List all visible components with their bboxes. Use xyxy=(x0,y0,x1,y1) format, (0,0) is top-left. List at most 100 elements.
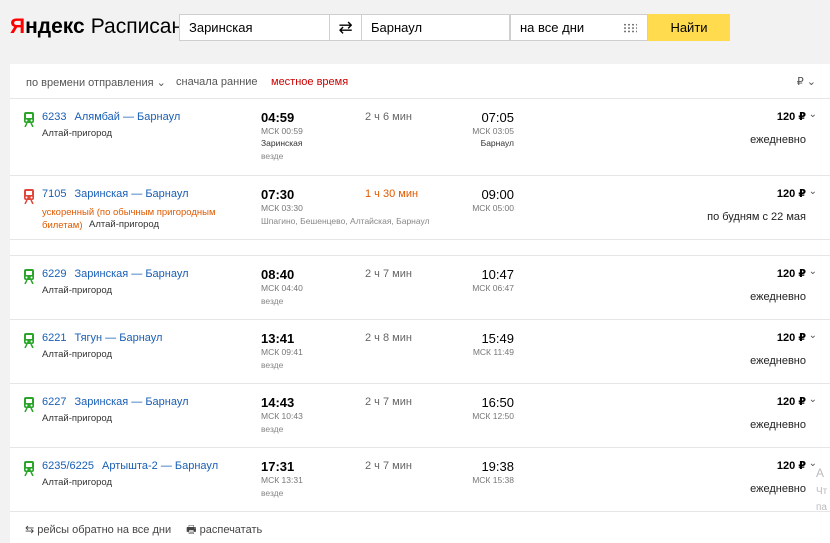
duration: 2 ч 8 мин xyxy=(365,332,412,344)
train-icon xyxy=(24,333,34,348)
price[interactable]: 120 ₽ xyxy=(777,187,806,200)
stops: везде xyxy=(261,424,284,434)
train-title-link[interactable]: 6221 Тягун — Барнаул xyxy=(42,332,162,344)
schedule-days: по будням с 22 мая xyxy=(707,211,806,223)
find-button[interactable]: Найти xyxy=(648,14,730,41)
date-input[interactable]: на все дни xyxy=(510,14,648,41)
arrival-time: 10:47 xyxy=(481,267,514,282)
train-row[interactable]: 7105 Заринская — Барнаул ускоренный (по об… xyxy=(10,176,830,240)
chevron-down-icon[interactable]: ⌄ xyxy=(809,186,817,197)
train-row[interactable]: 6233 Алямбай — Барнаул Алтай-пригород 04:59… xyxy=(10,99,830,176)
stops: везде xyxy=(261,151,284,161)
price[interactable]: 120 ₽ xyxy=(777,395,806,408)
return-trips-link[interactable]: ⇆ рейсы обратно на все дни xyxy=(25,524,177,536)
train-title-link[interactable]: 6227 Заринская — Барнаул xyxy=(42,396,189,408)
arrival-time: 09:00 xyxy=(481,187,514,202)
schedule-days: ежедневно xyxy=(750,483,806,495)
schedule-days: ежедневно xyxy=(750,291,806,303)
header: Яндекс Расписания Заринская ⇄ Барнаул на … xyxy=(0,0,830,56)
local-time-toggle[interactable]: местное время xyxy=(271,76,348,88)
stops: везде xyxy=(261,296,284,306)
departure-time: 08:40 xyxy=(261,267,295,282)
train-number: 6229 xyxy=(42,268,67,280)
train-row[interactable]: 6235/6225 Артышта-2 — Барнаул Алтай-пригор… xyxy=(10,448,830,512)
departure-time: 17:31 xyxy=(261,459,295,474)
departure-station: Заринская xyxy=(261,138,303,148)
train-number: 6233 xyxy=(42,111,67,123)
sort-bar: по времени отправления ⌄ сначала ранние … xyxy=(10,64,830,99)
train-route: Алямбай — Барнаул xyxy=(74,111,181,123)
chevron-down-icon[interactable]: ⌄ xyxy=(809,109,817,120)
arrival-msk: МСК 12:50 xyxy=(472,411,514,421)
carrier: Алтай-пригород xyxy=(42,413,113,424)
arrival-station: Барнаул xyxy=(480,138,514,148)
chevron-down-icon[interactable]: ⌄ xyxy=(809,330,817,341)
carrier: Алтай-пригород xyxy=(42,285,113,296)
carrier: Алтай-пригород xyxy=(42,128,113,139)
schedule-days: ежедневно xyxy=(750,419,806,431)
price[interactable]: 120 ₽ xyxy=(777,267,806,280)
currency-select[interactable]: ₽ ⌄ xyxy=(797,75,816,88)
departure-msk: МСК 10:43 xyxy=(261,411,303,421)
sort-order[interactable]: сначала ранние xyxy=(176,76,258,88)
train-icon xyxy=(24,461,34,476)
arrival-time: 07:05 xyxy=(481,110,514,125)
departure-msk: МСК 03:30 xyxy=(261,203,303,213)
train-route: Заринская — Барнаул xyxy=(74,268,189,280)
train-route: Тягун — Барнаул xyxy=(74,332,163,344)
carrier: Алтай-пригород xyxy=(42,477,113,488)
train-number: 6221 xyxy=(42,332,67,344)
arrival-time: 16:50 xyxy=(481,395,514,410)
logo-text: ндекс xyxy=(25,15,85,38)
train-route: Артышта-2 — Барнаул xyxy=(102,460,219,472)
arrival-time: 19:38 xyxy=(481,459,514,474)
departure-time: 13:41 xyxy=(261,331,295,346)
results-card: по времени отправления ⌄ сначала ранние … xyxy=(10,64,830,543)
departure-time: 07:30 xyxy=(261,187,295,202)
train-title-link[interactable]: 6235/6225 Артышта-2 — Барнаул xyxy=(42,460,218,472)
departure-msk: МСК 04:40 xyxy=(261,283,303,293)
train-row[interactable]: 6221 Тягун — Барнаул Алтай-пригород 13:41 МС… xyxy=(10,320,830,384)
date-value: на все дни xyxy=(520,20,585,35)
duration: 2 ч 7 мин xyxy=(365,396,412,408)
price[interactable]: 120 ₽ xyxy=(777,459,806,472)
arrival-msk: МСК 03:05 xyxy=(472,126,514,136)
print-label: распечатать xyxy=(199,524,263,536)
carrier: Алтай-пригород xyxy=(42,349,113,360)
train-row[interactable]: 6227 Заринская — Барнаул Алтай-пригород 14:… xyxy=(10,384,830,448)
from-input[interactable]: Заринская xyxy=(179,14,330,41)
train-icon xyxy=(24,112,34,127)
train-title-link[interactable]: 6229 Заринская — Барнаул xyxy=(42,268,189,280)
departure-msk: МСК 00:59 xyxy=(261,126,303,136)
sort-by-departure[interactable]: по времени отправления ⌄ xyxy=(26,76,166,89)
chevron-down-icon[interactable]: ⌄ xyxy=(809,266,817,277)
chevron-down-icon[interactable]: ⌄ xyxy=(809,394,817,405)
arrival-msk: МСК 06:47 xyxy=(472,283,514,293)
departure-msk: МСК 09:41 xyxy=(261,347,303,357)
yandex-logo[interactable]: Яндекс Расписания xyxy=(10,14,206,40)
stops: везде xyxy=(261,488,284,498)
swap-arrows-icon[interactable]: ⇄ xyxy=(330,14,361,41)
duration: 2 ч 7 мин xyxy=(365,268,412,280)
edge-text-b: Чт xyxy=(816,486,828,497)
duration: 2 ч 7 мин xyxy=(365,460,412,472)
train-icon xyxy=(24,397,34,412)
duration: 2 ч 6 мин xyxy=(365,111,412,123)
train-title-link[interactable]: 7105 Заринская — Барнаул xyxy=(42,188,189,200)
train-route: Заринская — Барнаул xyxy=(74,188,189,200)
train-row[interactable]: 6229 Заринская — Барнаул Алтай-пригород 08:… xyxy=(10,256,830,320)
arrival-msk: МСК 05:00 xyxy=(472,203,514,213)
train-title-link[interactable]: 6233 Алямбай — Барнаул xyxy=(42,111,180,123)
to-input[interactable]: Барнаул xyxy=(361,14,510,41)
price[interactable]: 120 ₽ xyxy=(777,110,806,123)
stops: везде xyxy=(261,360,284,370)
print-link[interactable]: 🖶 распечатать xyxy=(186,524,268,536)
train-number: 6227 xyxy=(42,396,67,408)
calendar-icon[interactable] xyxy=(623,23,637,33)
duration: 1 ч 30 мин xyxy=(365,188,419,200)
train-icon xyxy=(24,269,34,284)
return-label: рейсы обратно на все дни xyxy=(37,524,172,536)
logo-letter: Я xyxy=(10,15,26,38)
train-number: 6235/6225 xyxy=(42,460,94,472)
price[interactable]: 120 ₽ xyxy=(777,331,806,344)
